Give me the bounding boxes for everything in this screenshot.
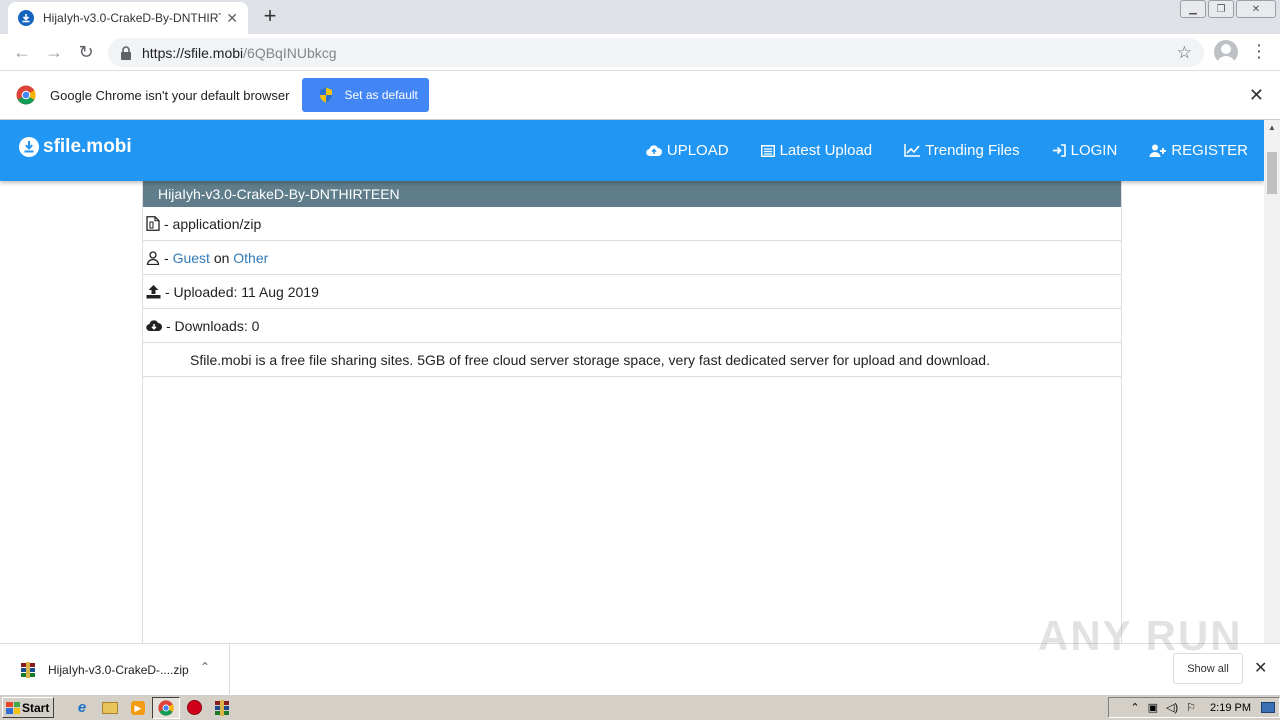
- tab-title: HijaIyh-v3.0-CrakeD-By-DNTHIRTEEN: [43, 11, 221, 25]
- chrome-logo-icon: [16, 85, 36, 105]
- tab-close-icon[interactable]: ✕: [226, 10, 238, 27]
- lock-icon: [121, 45, 131, 60]
- system-tray: ⌃ ▣ ◁) ⚐ 2:19 PM: [1108, 697, 1280, 718]
- scroll-up-icon[interactable]: ▲: [1264, 120, 1280, 136]
- file-downloads-row: - Downloads: 0: [143, 309, 1121, 343]
- windows-flag-icon: [6, 701, 20, 714]
- browser-toolbar: ← → ↻ https://sfile.mobi/6QBqINUbkcg ☆ ⋮: [0, 34, 1280, 71]
- sign-in-icon: [1052, 144, 1066, 157]
- file-uploaded-row: - Uploaded: 11 Aug 2019: [143, 275, 1121, 309]
- owner-on-text: on: [213, 249, 230, 266]
- user-plus-icon: [1149, 144, 1167, 157]
- tab-strip: HijaIyh-v3.0-CrakeD-By-DNTHIRTEEN ✕ + ▁ …: [0, 0, 1280, 34]
- opera-icon[interactable]: [180, 697, 208, 719]
- site-description: Sfile.mobi is a free file sharing sites.…: [143, 343, 1121, 377]
- nav-login-label: LOGIN: [1070, 142, 1118, 159]
- new-tab-icon[interactable]: +: [258, 5, 282, 29]
- category-link[interactable]: Other: [233, 250, 268, 266]
- file-archive-icon: [146, 216, 160, 231]
- download-shelf-close-icon[interactable]: ✕: [1254, 658, 1267, 678]
- nav-trending-files-label: Trending Files: [925, 142, 1020, 159]
- nav-upload-label: UPLOAD: [666, 142, 729, 159]
- chevron-up-icon[interactable]: ⌃: [200, 660, 210, 674]
- show-desktop-icon[interactable]: [1261, 702, 1275, 713]
- network-icon[interactable]: ▣: [1148, 701, 1158, 714]
- cloud-upload-icon: [646, 145, 662, 157]
- file-title-header: HijaIyh-v3.0-CrakeD-By-DNTHIRTEEN: [143, 181, 1121, 207]
- bookmark-star-icon[interactable]: ☆: [1177, 43, 1192, 63]
- line-chart-icon: [904, 144, 921, 157]
- action-center-flag-icon[interactable]: ⚐: [1186, 701, 1196, 714]
- user-icon: [146, 250, 160, 265]
- list-icon: [760, 144, 775, 157]
- site-logo[interactable]: sfile.mobi: [18, 136, 132, 158]
- infobar-message: Google Chrome isn't your default browser: [50, 87, 290, 103]
- url-host: https://sfile.mobi: [142, 44, 244, 61]
- forward-icon[interactable]: →: [38, 36, 70, 68]
- tray-expand-icon[interactable]: ⌃: [1130, 701, 1139, 714]
- start-label: Start: [22, 700, 50, 715]
- winrar-archive-icon: [21, 661, 35, 678]
- winrar-taskbar-icon[interactable]: [208, 697, 236, 719]
- nav-latest-upload-label: Latest Upload: [779, 142, 873, 159]
- page-scrollbar[interactable]: ▲: [1264, 120, 1280, 643]
- media-player-icon[interactable]: ▶: [124, 697, 152, 719]
- windows-taskbar: Start e ▶ ⌃ ▣ ◁) ⚐ 2:19 PM: [0, 694, 1280, 720]
- file-mime: - application/zip: [164, 215, 262, 232]
- site-nav-links: UPLOAD Latest Upload Trending Files LOGI…: [614, 120, 1248, 181]
- scroll-thumb[interactable]: [1267, 152, 1277, 194]
- nav-register[interactable]: REGISTER: [1149, 142, 1248, 159]
- file-info-panel: HijaIyh-v3.0-CrakeD-By-DNTHIRTEEN - appl…: [142, 181, 1122, 643]
- nav-login[interactable]: LOGIN: [1052, 142, 1118, 159]
- uploader-link[interactable]: Guest: [173, 250, 210, 266]
- set-as-default-label: Set as default: [344, 88, 418, 102]
- file-downloads: - Downloads: 0: [166, 317, 260, 334]
- owner-separator: -: [164, 249, 169, 266]
- download-filename: HijaIyh-v3.0-CrakeD-....zip: [48, 662, 189, 677]
- anyrun-watermark: ANY RUN: [1038, 612, 1243, 659]
- quick-launch: e ▶: [68, 696, 236, 719]
- upload-icon: [146, 284, 161, 298]
- back-icon[interactable]: ←: [6, 36, 38, 68]
- site-navbar: sfile.mobi UPLOAD Latest Upload Trending…: [0, 120, 1264, 181]
- download-favicon-icon: [18, 10, 34, 26]
- profile-avatar-icon[interactable]: [1214, 40, 1238, 64]
- chrome-taskbar-icon[interactable]: [152, 696, 180, 719]
- volume-icon[interactable]: ◁): [1166, 701, 1178, 714]
- page-viewport: sfile.mobi UPLOAD Latest Upload Trending…: [0, 120, 1264, 643]
- cloud-download-icon: [146, 320, 162, 332]
- reload-icon[interactable]: ↻: [70, 36, 102, 68]
- file-owner-row: - Guest on Other: [143, 241, 1121, 275]
- nav-register-label: REGISTER: [1171, 142, 1248, 159]
- minimize-icon[interactable]: ▁: [1180, 0, 1206, 18]
- nav-trending-files[interactable]: Trending Files: [904, 142, 1020, 159]
- file-explorer-icon[interactable]: [96, 697, 124, 719]
- set-as-default-button[interactable]: Set as default: [302, 78, 430, 112]
- browser-tab[interactable]: HijaIyh-v3.0-CrakeD-By-DNTHIRTEEN ✕: [8, 2, 248, 34]
- address-bar[interactable]: https://sfile.mobi/6QBqINUbkcg ☆: [108, 38, 1204, 67]
- internet-explorer-icon[interactable]: e: [68, 697, 96, 719]
- site-brand: sfile.mobi: [43, 136, 132, 157]
- uac-shield-icon: [320, 87, 333, 103]
- download-circle-icon: [19, 137, 39, 157]
- menu-kebab-icon[interactable]: ⋮: [1250, 41, 1268, 62]
- clock[interactable]: 2:19 PM: [1210, 702, 1251, 714]
- infobar-close-icon[interactable]: ✕: [1249, 85, 1264, 106]
- file-type-row: - application/zip: [143, 207, 1121, 241]
- start-button[interactable]: Start: [2, 697, 54, 718]
- restore-icon[interactable]: ❐: [1208, 0, 1234, 18]
- file-uploaded: - Uploaded: 11 Aug 2019: [165, 283, 319, 300]
- download-item[interactable]: HijaIyh-v3.0-CrakeD-....zip ⌃: [0, 644, 230, 695]
- window-controls: ▁ ❐ ✕: [1178, 0, 1276, 18]
- default-browser-infobar: Google Chrome isn't your default browser…: [0, 71, 1280, 120]
- url-path: /6QBqINUbkcg: [243, 44, 337, 61]
- nav-upload[interactable]: UPLOAD: [646, 142, 729, 159]
- window-close-icon[interactable]: ✕: [1236, 0, 1276, 18]
- nav-latest-upload[interactable]: Latest Upload: [760, 142, 873, 159]
